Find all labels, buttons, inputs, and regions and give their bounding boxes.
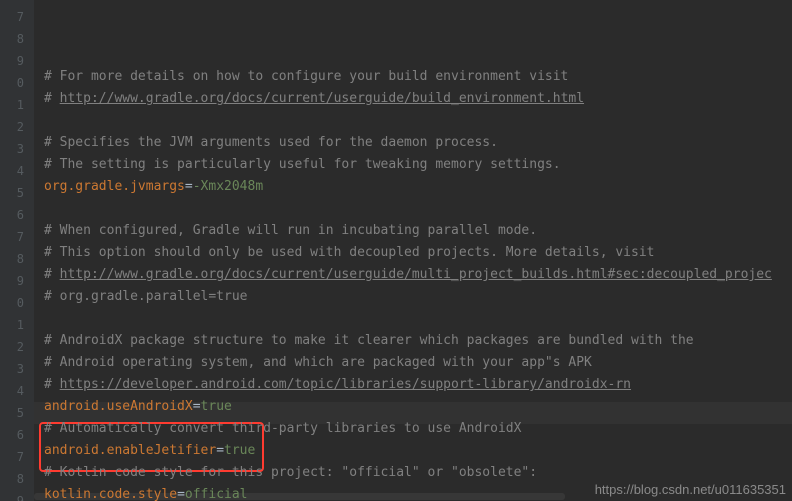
comment-token: # When configured, Gradle will run in in… [44, 223, 537, 238]
code-line[interactable]: org.gradle.jvmargs=-Xmx2048m [34, 176, 792, 198]
code-area[interactable]: # For more details on how to configure y… [34, 0, 792, 501]
code-line[interactable]: # http://www.gradle.org/docs/current/use… [34, 88, 792, 110]
comment-token: # For more details on how to configure y… [44, 69, 568, 84]
line-number: 7 [0, 226, 34, 248]
link-token: https://developer.android.com/topic/libr… [60, 377, 631, 392]
code-line[interactable]: # Kotlin code style for this project: "o… [34, 462, 792, 484]
eq-token: = [216, 443, 224, 458]
comment-token: # Android operating system, and which ar… [44, 355, 592, 370]
link-token: http://www.gradle.org/docs/current/userg… [60, 267, 772, 282]
code-line[interactable]: # When configured, Gradle will run in in… [34, 220, 792, 242]
code-line[interactable]: # Specifies the JVM arguments used for t… [34, 132, 792, 154]
line-number: 4 [0, 160, 34, 182]
comment-token: # Kotlin code style for this project: "o… [44, 465, 537, 480]
line-number: 2 [0, 336, 34, 358]
comment-token: # [44, 91, 60, 106]
key-token: org.gradle.jvmargs [44, 179, 185, 194]
comment-token: # [44, 267, 60, 282]
code-line[interactable]: # This option should only be used with d… [34, 242, 792, 264]
code-line[interactable]: # Android operating system, and which ar… [34, 352, 792, 374]
line-number: 9 [0, 270, 34, 292]
code-line[interactable]: kotlin.code.style=official [34, 484, 792, 501]
code-line[interactable]: # For more details on how to configure y… [34, 66, 792, 88]
line-number: 2 [0, 116, 34, 138]
key-token: android.enableJetifier [44, 443, 216, 458]
comment-token: # org.gradle.parallel=true [44, 289, 248, 304]
comment-token: # Specifies the JVM arguments used for t… [44, 135, 498, 150]
eq-token: = [193, 399, 201, 414]
code-editor[interactable]: 78901234567890123456789 # For more detai… [0, 0, 792, 501]
key-token: android.useAndroidX [44, 399, 193, 414]
eq-token: = [177, 487, 185, 501]
line-number: 8 [0, 28, 34, 50]
code-line[interactable]: android.enableJetifier=true [34, 440, 792, 462]
comment-token: # [44, 377, 60, 392]
code-line[interactable] [34, 110, 792, 132]
line-number: 9 [0, 50, 34, 72]
line-number: 5 [0, 402, 34, 424]
line-number: 3 [0, 138, 34, 160]
line-number: 0 [0, 292, 34, 314]
comment-token: # This option should only be used with d… [44, 245, 654, 260]
line-number: 1 [0, 314, 34, 336]
val-token: true [201, 399, 232, 414]
line-number: 6 [0, 204, 34, 226]
line-number-gutter: 78901234567890123456789 [0, 0, 34, 501]
code-line[interactable]: # AndroidX package structure to make it … [34, 330, 792, 352]
line-number: 6 [0, 424, 34, 446]
code-line[interactable] [34, 198, 792, 220]
key-token: kotlin.code.style [44, 487, 177, 501]
line-number: 7 [0, 6, 34, 28]
val-token: true [224, 443, 255, 458]
comment-token: # The setting is particularly useful for… [44, 157, 561, 172]
link-token: http://www.gradle.org/docs/current/userg… [60, 91, 584, 106]
code-line[interactable] [34, 308, 792, 330]
code-line[interactable]: # The setting is particularly useful for… [34, 154, 792, 176]
code-line[interactable]: # http://www.gradle.org/docs/current/use… [34, 264, 792, 286]
code-line[interactable]: # Automatically convert third-party libr… [34, 418, 792, 440]
line-number: 1 [0, 94, 34, 116]
line-number: 9 [0, 490, 34, 501]
eq-token: = [185, 179, 193, 194]
val-token: -Xmx2048m [193, 179, 263, 194]
inspection-ok-icon [768, 6, 782, 20]
comment-token: # Automatically convert third-party libr… [44, 421, 521, 436]
val-token: official [185, 487, 248, 501]
line-number: 3 [0, 358, 34, 380]
line-number: 5 [0, 182, 34, 204]
line-number: 8 [0, 468, 34, 490]
code-line[interactable]: # org.gradle.parallel=true [34, 286, 792, 308]
code-line[interactable]: android.useAndroidX=true [34, 396, 792, 418]
code-line[interactable]: # https://developer.android.com/topic/li… [34, 374, 792, 396]
line-number: 4 [0, 380, 34, 402]
line-number: 8 [0, 248, 34, 270]
comment-token: # AndroidX package structure to make it … [44, 333, 694, 348]
line-number: 0 [0, 72, 34, 94]
line-number: 7 [0, 446, 34, 468]
